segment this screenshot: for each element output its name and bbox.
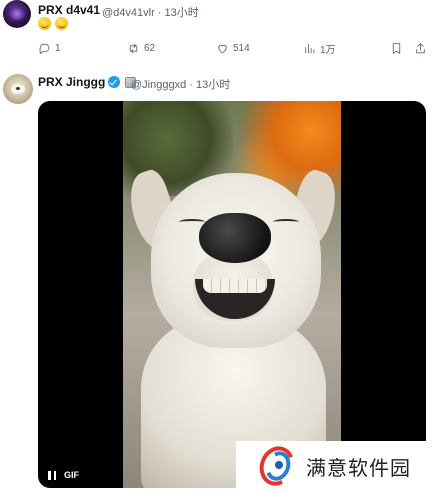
smiling-dog-gif-frame bbox=[123, 101, 341, 488]
heart-icon bbox=[218, 44, 227, 53]
handle-and-time[interactable]: @d4v41vlr · 13小时 bbox=[102, 4, 199, 20]
avatar[interactable] bbox=[3, 74, 33, 104]
reply-icon bbox=[39, 43, 50, 54]
repost-count: 62 bbox=[144, 42, 156, 54]
avatar[interactable] bbox=[3, 0, 31, 28]
gif-label: GIF bbox=[64, 470, 79, 480]
views-count: 1万 bbox=[320, 44, 336, 56]
display-name[interactable]: PRX d4v41 bbox=[38, 3, 100, 17]
like-button[interactable]: 514 bbox=[216, 40, 250, 56]
reply-button[interactable]: 1 bbox=[38, 40, 61, 56]
tweet-text bbox=[38, 16, 69, 31]
share-button[interactable] bbox=[414, 40, 427, 56]
bar-chart-icon bbox=[305, 43, 315, 53]
handle-and-time[interactable]: @Jingggxd · 13小时 bbox=[131, 76, 230, 92]
reply-count: 1 bbox=[55, 42, 61, 54]
tweet-prx-jinggg[interactable]: PRX Jinggg @Jingggxd · 13小时 GIF bbox=[0, 66, 435, 491]
bookmark-button[interactable] bbox=[390, 40, 403, 56]
bookmark-icon bbox=[392, 42, 401, 54]
tweet-actions: 1 62 514 1万 bbox=[38, 40, 428, 56]
share-icon bbox=[416, 42, 425, 53]
smiling-face-emoji bbox=[55, 17, 69, 31]
repost-button[interactable]: 62 bbox=[127, 40, 155, 56]
watermark-text: 满意软件园 bbox=[306, 455, 411, 480]
display-name-row: PRX Jinggg bbox=[38, 75, 137, 89]
pause-icon[interactable] bbox=[48, 470, 56, 480]
like-count: 514 bbox=[233, 42, 250, 54]
watermark-logo-icon bbox=[254, 441, 302, 491]
views-button[interactable]: 1万 bbox=[303, 40, 336, 56]
verified-badge-icon[interactable] bbox=[108, 76, 121, 88]
gif-controls: GIF bbox=[48, 470, 79, 480]
tweet-prx-d4v41[interactable]: PRX d4v41 @d4v41vlr · 13小时 1 62 514 1万 bbox=[0, 0, 435, 66]
smiling-face-emoji bbox=[38, 17, 51, 31]
gif-media[interactable]: GIF bbox=[38, 101, 426, 488]
display-name[interactable]: PRX Jinggg bbox=[38, 75, 105, 89]
repost-icon bbox=[129, 43, 138, 53]
site-watermark: 满意软件园 bbox=[236, 441, 435, 491]
